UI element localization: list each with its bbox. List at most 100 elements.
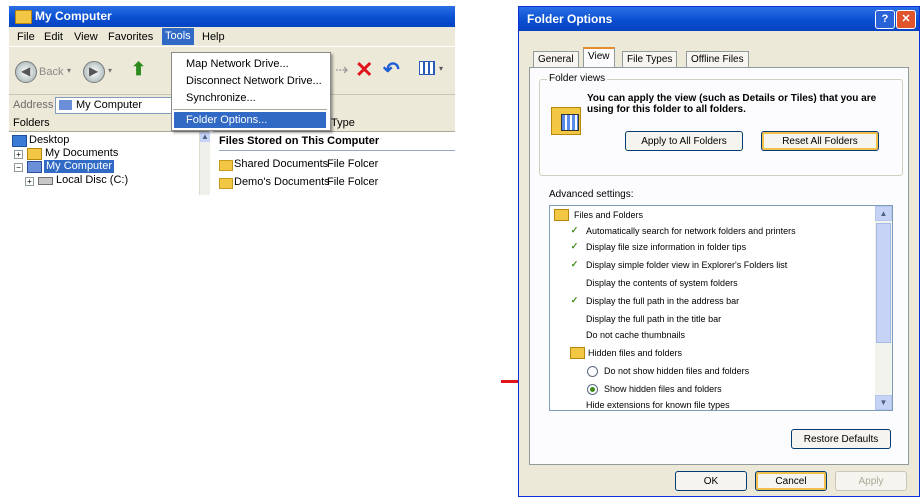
folder-icon [219,160,233,171]
views-icon[interactable] [419,61,435,75]
checkbox-checked-icon[interactable]: ✓ [570,260,579,269]
dialog-title: Folder Options [527,12,613,26]
drive-icon [38,177,53,185]
menu-item-folder-options[interactable]: Folder Options... [174,112,326,128]
file-type: File Folcer [327,158,379,170]
menu-item-disconnect-network-drive[interactable]: Disconnect Network Drive... [174,73,326,89]
folder-tree: Desktop + My Documents − My Computer + L… [9,132,199,195]
files-group-title: Files Stored on This Computer [219,135,380,147]
radio-selected-icon[interactable] [587,384,598,395]
menu-favorites[interactable]: Favorites [105,30,156,44]
advanced-list-scrollbar[interactable]: ▲ ▼ [875,206,892,410]
reset-all-folders-button[interactable]: Reset All Folders [761,131,879,151]
details-view-icon [561,114,579,131]
computer-icon [27,161,42,173]
list-item-label: Display the full path in the title bar [586,314,722,324]
tree-item-label: My Computer [44,160,115,173]
back-button-label[interactable]: Back [39,66,63,78]
file-type: File Folcer [327,176,379,188]
list-item-label: Automatically search for network folders… [586,226,796,236]
checkbox-unchecked-icon[interactable] [570,278,579,287]
forward-dropdown-icon[interactable]: ▾ [108,66,112,75]
checkbox-unchecked-icon[interactable] [570,400,579,409]
expand-icon[interactable]: + [25,177,34,186]
folder-icon [554,209,569,221]
scroll-down-icon[interactable]: ▼ [875,395,892,410]
folder-views-description: You can apply the view (such as Details … [587,93,877,115]
apply-button[interactable]: Apply [835,471,907,491]
views-dropdown-icon[interactable]: ▾ [439,64,443,73]
copy-to-icon[interactable]: ⇢ [335,60,348,80]
apply-to-all-folders-button[interactable]: Apply to All Folders [625,131,743,151]
tree-item-label: Desktop [29,134,70,146]
computer-icon [59,100,72,110]
dialog-title-bar[interactable]: Folder Options ? ✕ [519,7,919,31]
undo-icon[interactable]: ↶ [383,57,400,82]
collapse-icon[interactable]: − [14,163,23,172]
tab-file-types[interactable]: File Types [622,51,678,68]
tab-offline-files[interactable]: Offline Files [686,51,749,68]
desktop-icon [12,135,27,147]
advanced-settings-label: Advanced settings: [549,189,634,200]
menu-bar: File Edit View Favorites Tools Help [9,27,455,46]
advanced-settings-list[interactable]: Files and Folders ✓ Automatically search… [549,205,893,411]
window-title: My Computer [35,9,112,23]
address-label: Address [13,99,54,111]
folder-options-dialog: Folder Options ? ✕ General View File Typ… [518,6,920,497]
list-item-label: Files and Folders [574,210,644,220]
menu-edit[interactable]: Edit [41,30,66,44]
expand-icon[interactable]: + [14,150,23,159]
menu-item-map-network-drive[interactable]: Map Network Drive... [174,56,326,72]
scroll-thumb[interactable] [876,223,891,343]
list-item-label: Hide extensions for known file types [586,400,730,410]
checkbox-checked-icon[interactable]: ✓ [570,296,579,305]
checkbox-checked-icon[interactable]: ✓ [570,226,579,235]
list-item-label: Display simple folder view in Explorer's… [586,260,788,270]
help-icon[interactable]: ? [875,10,895,29]
tree-scrollbar[interactable]: ▲ [199,132,210,195]
my-computer-window: My Computer File Edit View Favorites Too… [9,6,455,195]
scroll-up-icon[interactable]: ▲ [200,132,210,142]
tree-item-label: Local Disc (C:) [56,174,129,186]
folder-views-icon [551,107,581,135]
group-divider [219,150,455,151]
file-name: Demo's Documents [234,176,330,188]
tree-item-label: My Documents [45,147,119,159]
menu-tools[interactable]: Tools [162,28,194,45]
list-item-label: Show hidden files and folders [604,384,722,394]
my-computer-title-bar[interactable]: My Computer [9,6,455,27]
tab-general[interactable]: General [533,51,579,68]
menu-view[interactable]: View [71,30,101,44]
list-item-label: Do not cache thumbnails [586,330,686,340]
up-folder-icon[interactable]: ⬆ [131,59,146,80]
folder-icon [219,178,233,189]
menu-file[interactable]: File [14,30,38,44]
close-icon[interactable]: ✕ [896,10,916,29]
forward-icon[interactable]: ▶ [83,61,105,83]
scroll-up-icon[interactable]: ▲ [875,206,892,221]
menu-help[interactable]: Help [199,30,228,44]
checkbox-checked-icon[interactable]: ✓ [570,242,579,251]
tools-dropdown-menu: Map Network Drive... Disconnect Network … [171,52,331,131]
file-name: Shared Documents [234,158,329,170]
ok-button[interactable]: OK [675,471,747,491]
radio-unselected-icon[interactable] [587,366,598,377]
back-icon[interactable]: ◀ [15,61,37,83]
folder-icon [27,148,42,160]
folder-icon [570,347,585,359]
back-dropdown-icon[interactable]: ▾ [67,66,71,75]
checkbox-unchecked-icon[interactable] [570,330,579,339]
restore-defaults-button[interactable]: Restore Defaults [791,429,891,449]
delete-icon[interactable]: ✕ [355,57,373,83]
folders-label: Folders [13,117,50,129]
my-computer-icon [15,10,32,24]
list-item-label: Display the contents of system folders [586,278,738,288]
folder-views-label: Folder views [547,73,608,84]
cancel-button[interactable]: Cancel [755,471,827,491]
list-item-label: Do not show hidden files and folders [604,366,750,376]
menu-separator [173,109,327,110]
menu-item-synchronize[interactable]: Synchronize... [174,90,326,106]
tab-view[interactable]: View [583,47,615,68]
column-type[interactable]: Type [331,117,355,129]
checkbox-unchecked-icon[interactable] [570,314,579,323]
